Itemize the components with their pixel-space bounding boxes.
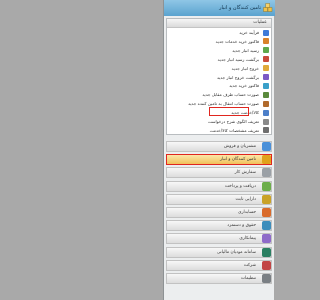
operation-item[interactable]: خروج انبار جدید	[169, 65, 269, 72]
module-button[interactable]: سامانه مودیان مالیاتی	[166, 246, 272, 258]
process-icon	[263, 29, 269, 36]
module-button[interactable]: حسابداری	[166, 207, 272, 218]
operation-item[interactable]: فرآیند خرید	[169, 29, 269, 36]
operation-item[interactable]: برگشت رسید انبار جدید	[169, 56, 269, 63]
accounting-icon	[262, 208, 271, 217]
spec-icon	[263, 127, 269, 134]
invoice-icon	[263, 38, 269, 45]
payroll-icon	[262, 221, 271, 231]
operation-item[interactable]: تعریف الگوی شرح درخواست	[169, 118, 269, 125]
module-label: حقوق و دستمزد	[227, 223, 256, 229]
receipt-icon	[263, 47, 269, 54]
operation-item-label: فاکتور خرید جدید	[229, 83, 259, 89]
module-button[interactable]: مشتریان و فروش	[166, 141, 272, 152]
module-label: پیمانکاری	[239, 236, 256, 242]
module-label: شرکت	[243, 262, 256, 268]
settings-icon	[262, 274, 271, 283]
return-exit-icon	[263, 74, 269, 80]
operation-item[interactable]: برگشت خروج انبار جدید	[169, 74, 269, 81]
operation-item-label: رسید انبار جدید	[232, 47, 259, 53]
module-label: دریافت و پرداخت	[224, 183, 256, 189]
module-button[interactable]: پیمانکاری	[166, 233, 272, 245]
operation-item[interactable]: فاکتور خرید جدید	[169, 82, 269, 89]
module-label: سفارش کار	[234, 170, 256, 176]
module-label: دارایی ثابت	[235, 196, 256, 202]
goods-icon	[263, 109, 269, 116]
contractor-icon	[262, 234, 271, 244]
module-label: مشتریان و فروش	[223, 144, 256, 149]
workorder-icon	[262, 168, 271, 178]
transfer-icon	[263, 100, 269, 107]
operation-item-label: تعریف الگوی شرح درخواست	[207, 119, 259, 124]
module-button[interactable]: دارایی ثابت	[166, 193, 272, 205]
statement-icon	[263, 91, 269, 98]
module-label: سامانه مودیان مالیاتی	[216, 249, 256, 255]
return-icon	[263, 56, 269, 63]
module-button[interactable]: شرکت	[166, 259, 272, 271]
module-label: حسابداری	[238, 210, 256, 215]
operation-item-label: صورت حساب انتقال به تامین کننده جدید	[188, 101, 259, 107]
module-label: تنظیمات	[240, 276, 256, 281]
operation-item-label: فرآیند خرید	[239, 30, 259, 35]
module-button[interactable]: تامین کنندگان و انبار	[166, 154, 272, 166]
operations-header[interactable]: عملیات	[167, 19, 271, 28]
module-button[interactable]: تنظیمات	[166, 273, 272, 284]
operation-item-label: خروج انبار جدید	[231, 65, 259, 71]
panel-title-bar[interactable]: تامین کنندگان و انبار	[164, 0, 275, 16]
highlight-new-goods	[209, 107, 249, 116]
operation-item-label: تعریف مشخصات کالا/خدمت	[209, 127, 259, 133]
operation-item[interactable]: فاکتور خرید خدمات جدید	[169, 38, 269, 45]
panel-title: تامین کنندگان و انبار	[219, 5, 261, 11]
operation-item[interactable]: تعریف مشخصات کالا/خدمت	[169, 127, 269, 134]
suppliers-icon	[262, 155, 271, 165]
operation-item-label: برگشت رسید انبار جدید	[217, 56, 259, 62]
boxes-icon	[263, 3, 273, 12]
operations-section: عملیات فرآیند خرید فاکتور خرید خدمات جدید…	[166, 18, 272, 135]
operation-item-label: فاکتور خرید خدمات جدید	[215, 38, 259, 44]
tax-icon	[262, 247, 271, 257]
module-label: تامین کنندگان و انبار	[219, 157, 256, 163]
operation-item[interactable]: رسید انبار جدید	[169, 47, 269, 54]
template-icon	[263, 118, 269, 125]
module-button[interactable]: دریافت و پرداخت	[166, 180, 272, 192]
module-button[interactable]: حقوق و دستمزد	[166, 220, 272, 232]
navigation-panel: تامین کنندگان و انبار عملیات فرآیند خرید…	[163, 0, 275, 300]
operation-item-label: صورت حساب طرف مقابل جدید	[202, 92, 259, 98]
customers-icon	[262, 142, 271, 151]
operation-item[interactable]: صورت حساب طرف مقابل جدید	[169, 91, 269, 98]
module-button[interactable]: سفارش کار	[166, 167, 272, 179]
operation-item-label: برگشت خروج انبار جدید	[217, 74, 259, 80]
asset-icon	[262, 194, 271, 204]
company-icon	[262, 260, 271, 270]
exit-icon	[263, 65, 269, 72]
invoice-new-icon	[263, 82, 269, 89]
payment-icon	[262, 181, 271, 191]
